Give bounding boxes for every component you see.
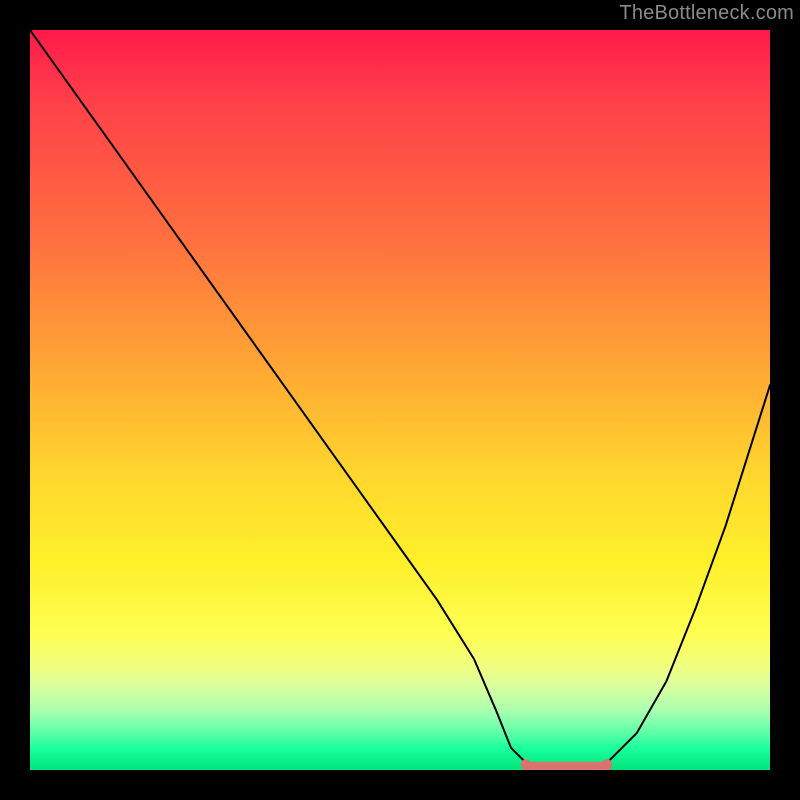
endpoint-dot-left [521, 759, 531, 769]
watermark-text: TheBottleneck.com [619, 2, 794, 25]
chart-frame: TheBottleneck.com [0, 0, 800, 800]
curve-layer [30, 30, 770, 770]
bottleneck-curve [30, 30, 770, 770]
plot-area [30, 30, 770, 770]
endpoint-dot-right [602, 759, 612, 769]
